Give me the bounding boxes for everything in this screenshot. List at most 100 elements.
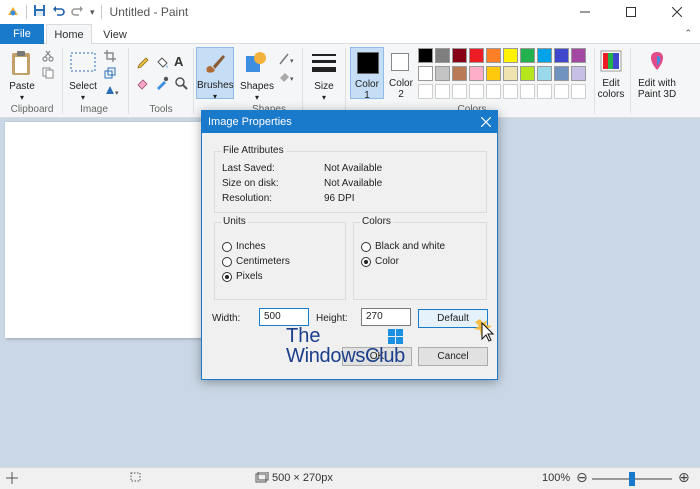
palette-swatch[interactable]	[554, 48, 569, 63]
width-input[interactable]: 500	[259, 308, 309, 326]
shape-fill-icon[interactable]: ▾	[278, 70, 298, 87]
minimize-button[interactable]	[562, 0, 608, 24]
save-icon[interactable]	[33, 4, 46, 20]
brushes-button[interactable]: Brushes ▾	[196, 47, 234, 101]
cut-icon[interactable]	[42, 50, 54, 65]
palette-swatch[interactable]	[435, 48, 450, 63]
colors-bw-radio[interactable]: Black and white	[361, 241, 445, 252]
tab-view[interactable]: View	[94, 24, 136, 45]
units-centimeters-radio[interactable]: Centimeters	[222, 256, 290, 267]
select-dropdown-icon[interactable]: ▾	[66, 92, 100, 103]
zoom-slider-thumb[interactable]	[629, 472, 635, 486]
rotate-icon[interactable]: ▾	[104, 84, 120, 99]
palette-swatch-empty[interactable]	[571, 84, 586, 99]
palette-swatch[interactable]	[469, 66, 484, 81]
color1-button[interactable]: Color 1	[350, 47, 384, 101]
units-legend: Units	[221, 216, 248, 227]
select-icon[interactable]	[70, 52, 96, 75]
palette-swatch-empty[interactable]	[486, 84, 501, 99]
palette-swatch[interactable]	[435, 66, 450, 81]
magnifier-icon[interactable]	[174, 76, 188, 93]
cancel-button[interactable]: Cancel	[418, 347, 488, 366]
radio-button[interactable]	[361, 256, 371, 267]
pencil-icon[interactable]	[136, 56, 150, 73]
color-picker-icon[interactable]	[155, 76, 169, 93]
radio-button[interactable]	[361, 241, 371, 252]
palette-swatch[interactable]	[503, 48, 518, 63]
zoom-out-button[interactable]: ⊖	[576, 469, 588, 486]
customize-qat-icon[interactable]: ▾	[90, 7, 95, 18]
shapes-icon[interactable]	[244, 50, 268, 79]
palette-swatch[interactable]	[418, 48, 433, 63]
paste-dropdown-icon[interactable]: ▾	[8, 92, 36, 103]
palette-swatch[interactable]	[554, 66, 569, 81]
zoom-slider[interactable]	[592, 472, 672, 486]
palette-swatch[interactable]	[571, 48, 586, 63]
drawing-canvas[interactable]	[5, 122, 210, 338]
dialog-close-button[interactable]	[475, 111, 497, 133]
shapes-dropdown-icon[interactable]: ▾	[238, 92, 276, 103]
ribbon-collapse-icon[interactable]: ⌃	[684, 28, 692, 39]
size-dropdown-icon[interactable]: ▾	[308, 92, 340, 103]
radio-button[interactable]	[222, 241, 232, 252]
palette-swatch-empty[interactable]	[554, 84, 569, 99]
crop-icon[interactable]	[104, 50, 116, 65]
undo-icon[interactable]	[52, 4, 65, 20]
image-dimensions: 500 × 270px	[272, 472, 333, 484]
resize-icon[interactable]	[104, 67, 116, 82]
palette-swatch[interactable]	[452, 48, 467, 63]
redo-icon[interactable]	[71, 4, 84, 20]
ribbon-separator	[630, 48, 631, 114]
palette-swatch-empty[interactable]	[537, 84, 552, 99]
radio-button[interactable]	[222, 271, 232, 282]
edit-colors-label-line1[interactable]: Edit	[594, 78, 628, 89]
palette-swatch-empty[interactable]	[435, 84, 450, 99]
radio-label: Centimeters	[236, 256, 290, 267]
shapes-button-label[interactable]: Shapes	[238, 81, 276, 92]
palette-swatch[interactable]	[486, 66, 501, 81]
text-icon[interactable]: A	[174, 55, 183, 69]
palette-swatch[interactable]	[520, 66, 535, 81]
brushes-button-label: Brushes	[197, 80, 234, 91]
fill-icon[interactable]	[155, 56, 169, 73]
palette-swatch[interactable]	[486, 48, 501, 63]
edit-3d-label-line1[interactable]: Edit with	[634, 78, 680, 89]
zoom-in-button[interactable]: ⊕	[678, 469, 690, 486]
palette-swatch[interactable]	[469, 48, 484, 63]
palette-swatch-empty[interactable]	[452, 84, 467, 99]
select-button-label[interactable]: Select	[66, 81, 100, 92]
radio-button[interactable]	[222, 256, 232, 267]
edit-colors-icon[interactable]	[600, 50, 622, 75]
palette-swatch[interactable]	[418, 66, 433, 81]
palette-swatch[interactable]	[537, 66, 552, 81]
palette-swatch-empty[interactable]	[520, 84, 535, 99]
paint-3d-icon[interactable]	[646, 50, 668, 75]
palette-swatch[interactable]	[520, 48, 535, 63]
paste-button-label[interactable]: Paste	[8, 81, 36, 92]
tab-home[interactable]: Home	[46, 24, 92, 45]
outline-icon[interactable]: ▾	[278, 52, 298, 69]
tab-file[interactable]: File	[0, 24, 44, 44]
palette-swatch[interactable]	[452, 66, 467, 81]
edit-colors-label-line2[interactable]: colors	[594, 89, 628, 100]
palette-swatch[interactable]	[571, 66, 586, 81]
palette-swatch[interactable]	[503, 66, 518, 81]
palette-swatch-empty[interactable]	[503, 84, 518, 99]
colors-color-radio[interactable]: Color	[361, 256, 399, 267]
paste-icon[interactable]	[10, 50, 34, 79]
height-input[interactable]: 270	[361, 308, 411, 326]
units-inches-radio[interactable]: Inches	[222, 241, 265, 252]
close-button[interactable]	[654, 0, 700, 24]
copy-icon[interactable]	[42, 67, 54, 82]
maximize-button[interactable]	[608, 0, 654, 24]
size-button-label[interactable]: Size	[308, 81, 340, 92]
eraser-icon[interactable]	[136, 76, 150, 93]
color2-button[interactable]: Color 2	[386, 47, 416, 100]
palette-swatch-empty[interactable]	[469, 84, 484, 99]
units-pixels-radio[interactable]: Pixels	[222, 271, 263, 282]
palette-swatch[interactable]	[537, 48, 552, 63]
palette-swatch-empty[interactable]	[418, 84, 433, 99]
size-icon[interactable]	[312, 52, 336, 77]
brush-icon	[203, 52, 227, 79]
edit-3d-label-line2[interactable]: Paint 3D	[634, 89, 680, 100]
